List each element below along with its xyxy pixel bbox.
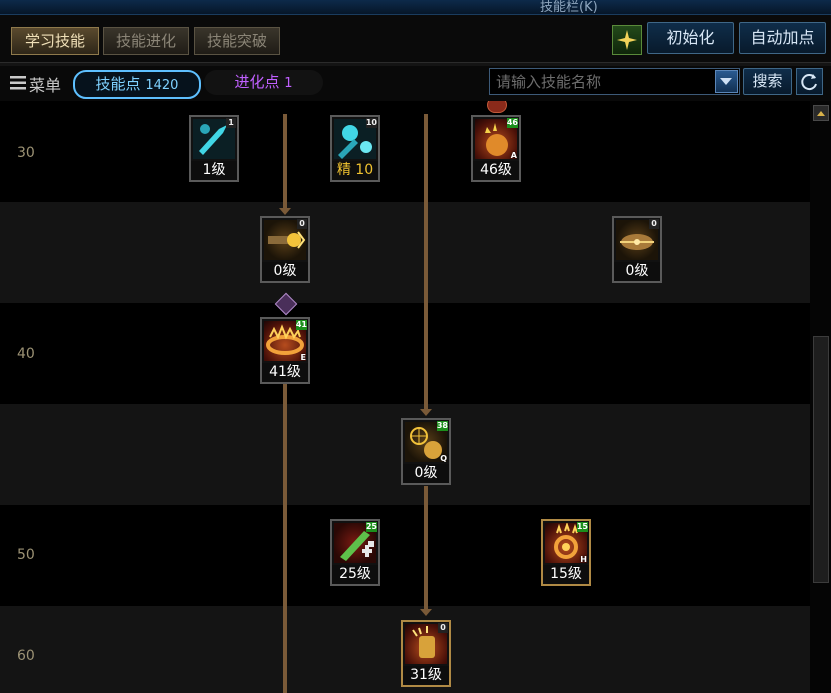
skill-icon-frame: 10 xyxy=(330,115,380,163)
tab-skill-breakthrough[interactable]: 技能突破 xyxy=(194,27,280,55)
evolution-points-value: 1 xyxy=(284,76,293,91)
skill-badge: 25 xyxy=(365,522,377,532)
skill-level-label: 精 10 xyxy=(330,161,380,182)
skill-preset-button[interactable] xyxy=(612,25,642,55)
skill-icon-frame: 0 xyxy=(612,216,662,264)
skill-badge: 10 xyxy=(365,118,377,128)
skill-slot[interactable]: 0 31级 xyxy=(401,620,451,688)
skill-badge: 0 xyxy=(297,219,307,229)
hamburger-icon xyxy=(10,76,26,90)
tab-skill-evolution[interactable]: 技能进化 xyxy=(103,27,189,55)
skill-icon-frame: 46 A xyxy=(471,115,521,163)
menu-row: 菜单 技能点 1420 进化点 1 搜索 xyxy=(0,66,831,101)
skill-search-input[interactable] xyxy=(494,71,708,93)
window-titlebar: 技能栏(K) xyxy=(0,0,831,15)
level-label-30: 30 xyxy=(17,145,35,161)
skill-level-label: 0级 xyxy=(612,262,662,283)
skill-slot[interactable]: 0 0级 xyxy=(612,216,662,284)
level-label-50: 50 xyxy=(17,547,35,563)
menu-label: 菜单 xyxy=(29,76,62,95)
skill-badge: 46 xyxy=(506,118,518,128)
skill-slot[interactable]: 10 精 10 xyxy=(330,115,380,183)
skill-hotkey: Q xyxy=(440,454,447,463)
skill-badge: 0 xyxy=(649,219,659,229)
arrow-up-icon xyxy=(817,111,825,116)
connector-line xyxy=(424,114,428,410)
search-button[interactable]: 搜索 xyxy=(743,68,792,95)
skill-badge: 41 xyxy=(295,320,307,330)
sparkle-icon xyxy=(617,30,637,50)
skill-hotkey: A xyxy=(510,151,517,160)
awakening-marker-icon xyxy=(487,101,507,113)
skill-icon-frame: 15 H xyxy=(541,519,591,567)
evolution-points-pill: 进化点 1 xyxy=(204,70,323,95)
level-band-35 xyxy=(0,202,810,303)
skill-level-label: 46级 xyxy=(471,161,521,182)
scroll-thumb[interactable] xyxy=(813,336,829,583)
skill-slot[interactable]: 46 A 46级 xyxy=(471,115,521,183)
skill-slot[interactable]: 38 Q 0级 xyxy=(401,418,451,486)
skill-points-value: 1420 xyxy=(145,78,179,93)
skill-slot[interactable]: 15 H 15级 xyxy=(541,519,591,587)
auto-add-points-button[interactable]: 自动加点 xyxy=(739,22,826,54)
skill-tree: 30 40 50 60 1 1级 10 精 10 46 A 46级 0 0级 0… xyxy=(0,101,810,693)
skill-level-label: 0级 xyxy=(260,262,310,283)
connector-line xyxy=(283,114,287,209)
level-band-30 xyxy=(0,101,810,202)
top-toolbar: 学习技能 技能进化 技能突破 初始化 自动加点 xyxy=(0,15,831,62)
level-band-50 xyxy=(0,505,810,606)
connector-arrow xyxy=(279,208,291,215)
skill-badge: 1 xyxy=(226,118,236,128)
init-button[interactable]: 初始化 xyxy=(647,22,734,54)
connector-line xyxy=(283,384,287,693)
refresh-button[interactable] xyxy=(796,68,823,95)
level-label-60: 60 xyxy=(17,648,35,664)
skill-slot[interactable]: 41 E 41级 xyxy=(260,317,310,385)
connector-arrow xyxy=(420,609,432,616)
tab-learn-skills[interactable]: 学习技能 xyxy=(11,27,99,55)
skill-badge: 15 xyxy=(576,522,588,532)
scroll-up-button[interactable] xyxy=(813,105,829,121)
skill-slot[interactable]: 25 25级 xyxy=(330,519,380,587)
level-band-40 xyxy=(0,303,810,404)
skill-icon-frame: 25 xyxy=(330,519,380,567)
connector-line xyxy=(424,486,428,611)
skill-search-box xyxy=(489,68,740,95)
skill-icon-frame: 38 Q xyxy=(401,418,451,466)
window-title: 技能栏(K) xyxy=(540,0,598,15)
skill-slot[interactable]: 1 1级 xyxy=(189,115,239,183)
connector-arrow xyxy=(420,409,432,416)
search-dropdown-button[interactable] xyxy=(715,70,738,93)
skill-badge: 0 xyxy=(438,623,448,633)
skill-level-label: 15级 xyxy=(541,565,591,586)
skill-level-label: 1级 xyxy=(189,161,239,182)
skill-hotkey: H xyxy=(580,555,587,564)
skill-points-pill: 技能点 1420 xyxy=(73,70,201,99)
skill-icon-frame: 41 E xyxy=(260,317,310,365)
menu-button[interactable]: 菜单 xyxy=(0,66,70,99)
refresh-icon xyxy=(801,74,817,91)
scrollbar[interactable] xyxy=(810,101,831,693)
skill-icon-frame: 1 xyxy=(189,115,239,163)
skill-icon-frame: 0 xyxy=(260,216,310,264)
skill-badge: 38 xyxy=(436,421,448,431)
skill-level-label: 25级 xyxy=(330,565,380,586)
skill-points-label: 技能点 xyxy=(95,75,141,93)
skill-level-label: 41级 xyxy=(260,363,310,384)
skill-icon-frame: 0 xyxy=(401,620,451,668)
evolution-points-label: 进化点 xyxy=(234,73,280,91)
skill-hotkey: E xyxy=(300,353,306,362)
skill-level-label: 0级 xyxy=(401,464,451,485)
skill-slot[interactable]: 0 0级 xyxy=(260,216,310,284)
skill-level-label: 31级 xyxy=(401,666,451,687)
level-label-40: 40 xyxy=(17,346,35,362)
